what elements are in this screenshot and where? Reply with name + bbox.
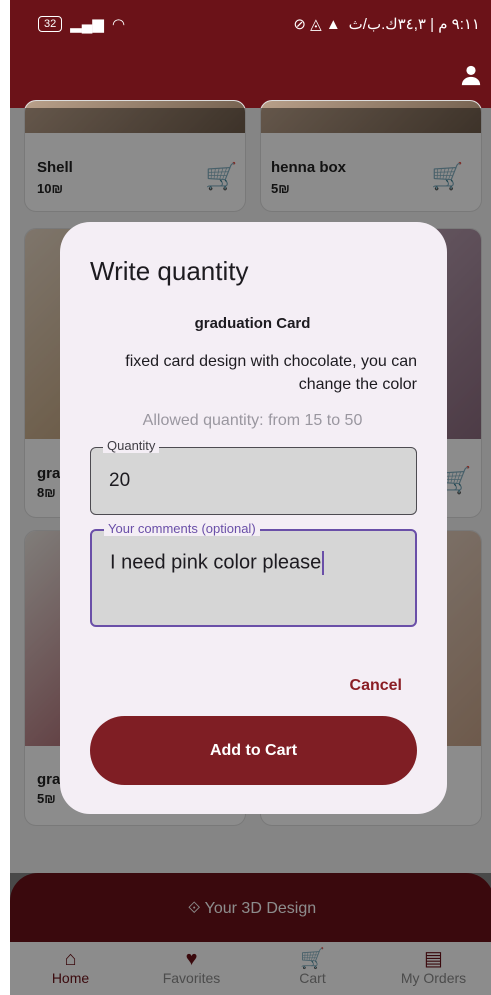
add-to-cart-button[interactable]: Add to Cart (90, 716, 417, 785)
comments-field[interactable]: Your comments (optional) I need pink col… (90, 521, 417, 627)
signal-icon: ▂▄▆ (70, 16, 104, 33)
battery-indicator: 32 (38, 16, 63, 32)
quantity-label: Quantity (103, 438, 160, 453)
dialog-title: Write quantity (90, 256, 249, 286)
quantity-dialog: Write quantity graduation Card fixed car… (60, 222, 447, 814)
allowed-quantity-hint: Allowed quantity: from 15 to 50 (142, 412, 363, 429)
status-bar: 32 ▂▄▆ ◠ ⊘ ◬ ▲ ٩:١١ م | ٣٤,٣ك.ب/ث (10, 0, 491, 50)
comments-label: Your comments (optional) (104, 521, 260, 536)
comments-input[interactable]: I need pink color please (110, 551, 325, 575)
text-caret (322, 551, 325, 575)
profile-icon[interactable] (460, 64, 482, 86)
product-description: fixed card design with chocolate, you ca… (125, 353, 417, 393)
wifi-icon: ◠ (111, 16, 126, 33)
status-time: ٩:١١ م | ٣٤,٣ك.ب/ث (348, 16, 480, 33)
quantity-value[interactable]: 20 (109, 470, 130, 492)
bottom-scrim (10, 873, 491, 995)
product-name: graduation Card (194, 315, 311, 332)
cancel-button[interactable]: Cancel (350, 677, 402, 695)
quantity-field[interactable]: Quantity 20 (90, 438, 417, 515)
status-icons: ⊘ ◬ ▲ (293, 16, 341, 33)
